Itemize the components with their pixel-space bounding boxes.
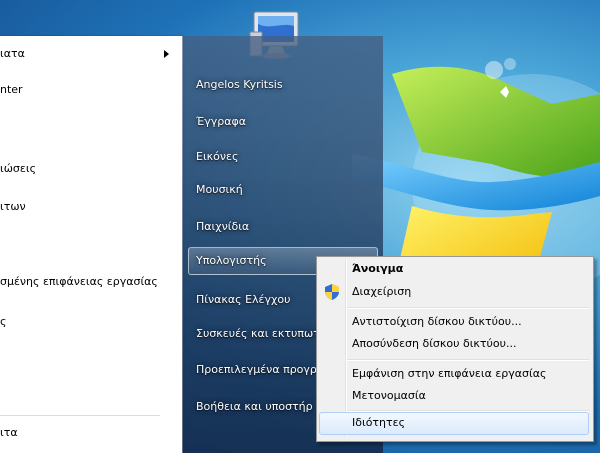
- control-panel-link[interactable]: Πίνακας Ελέγχου: [196, 288, 290, 312]
- start-menu-program-list: ιατα nter ιώσεις ιτων σμένης επιφάνειας …: [0, 36, 183, 453]
- computer-link[interactable]: Υπολογιστής: [196, 249, 267, 273]
- uac-shield-icon: [325, 284, 339, 300]
- menu-item-open[interactable]: Άνοιγμα: [352, 258, 403, 280]
- program-item-1[interactable]: ιατα: [0, 43, 25, 65]
- menu-item-show-on-desktop[interactable]: Εμφάνιση στην επιφάνεια εργασίας: [352, 363, 546, 385]
- games-link[interactable]: Παιχνίδια: [196, 215, 249, 239]
- help-support-link[interactable]: Βοήθεια και υποστήρ: [196, 395, 313, 419]
- program-item-4[interactable]: ιτων: [0, 196, 26, 218]
- program-item-label: ς: [0, 315, 7, 328]
- program-item-label: σμένης επιφάνειας εργασίας: [0, 275, 158, 288]
- program-item-label: ιατα: [0, 47, 25, 60]
- program-item-2[interactable]: nter: [0, 79, 23, 101]
- menu-item-manage[interactable]: Διαχείριση: [352, 281, 411, 303]
- program-item-3[interactable]: ιώσεις: [0, 158, 36, 180]
- menu-separator: [347, 307, 589, 309]
- divider: [0, 415, 160, 416]
- default-programs-link[interactable]: Προεπιλεγμένα προγρ: [196, 358, 317, 382]
- program-item-6[interactable]: ς: [0, 311, 6, 333]
- menu-item-disconnect-network-drive[interactable]: Αποσύνδεση δίσκου δικτύου...: [352, 333, 516, 355]
- music-link[interactable]: Μουσική: [196, 178, 243, 202]
- menu-separator: [347, 359, 589, 361]
- windows-logo-icon: [352, 58, 600, 294]
- all-programs-item[interactable]: ιτα: [0, 422, 18, 444]
- user-folder-link[interactable]: Angelos Kyritsis: [196, 73, 283, 97]
- all-programs-label: ιτα: [0, 426, 18, 439]
- program-item-5[interactable]: σμένης επιφάνειας εργασίας: [0, 271, 158, 293]
- documents-link[interactable]: Έγγραφα: [196, 110, 246, 134]
- program-item-label: ιώσεις: [0, 162, 37, 175]
- menu-item-properties[interactable]: Ιδιότητες: [352, 412, 405, 434]
- context-menu: Άνοιγμα Διαχείριση Αντιστοίχιση δίσκου δ…: [316, 256, 594, 442]
- menu-item-rename[interactable]: Μετονομασία: [352, 385, 426, 407]
- devices-printers-link[interactable]: Συσκευές και εκτυπωτ: [196, 322, 320, 346]
- menu-item-map-network-drive[interactable]: Αντιστοίχιση δίσκου δικτύου...: [352, 311, 522, 333]
- submenu-arrow-icon: [164, 50, 169, 58]
- pictures-link[interactable]: Εικόνες: [196, 145, 238, 169]
- program-item-label: ιτων: [0, 200, 26, 213]
- program-item-label: nter: [0, 83, 23, 96]
